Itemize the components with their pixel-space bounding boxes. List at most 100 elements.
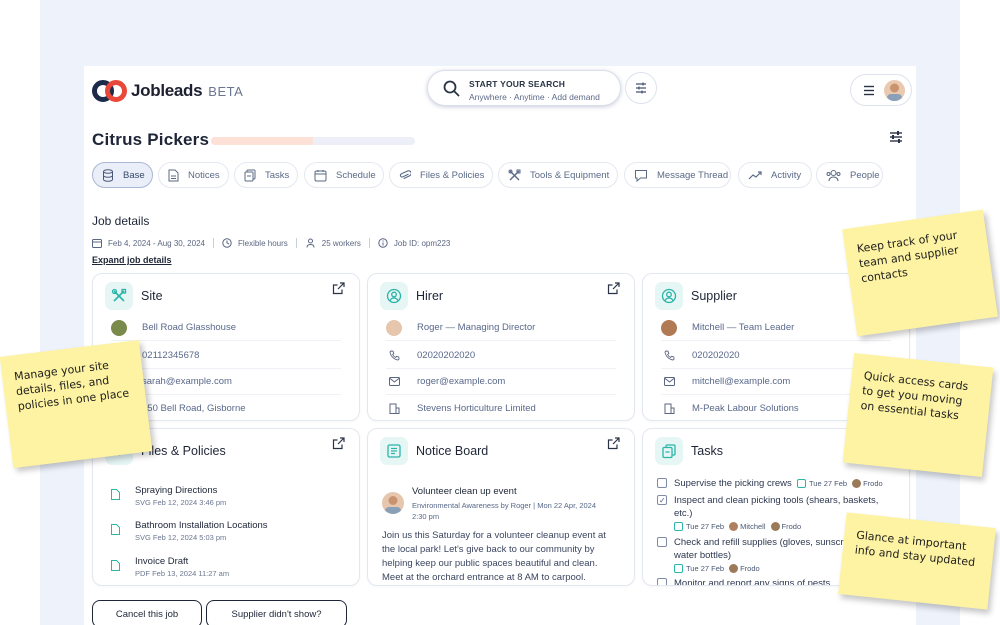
- sliders-icon: [890, 131, 902, 143]
- task-assignee: Frodo: [781, 522, 802, 531]
- job-id-text: Job ID: opm223: [393, 238, 451, 248]
- supplier-no-show-button[interactable]: Supplier didn't show?: [206, 600, 347, 625]
- job-progress-bar: [211, 137, 415, 145]
- sticky-note-glance: Glance at important info and stay update…: [838, 512, 996, 610]
- calendar-icon: [797, 479, 806, 488]
- external-link-icon[interactable]: [607, 437, 620, 450]
- clock-icon: [222, 238, 232, 248]
- job-workers-text: 25 workers: [321, 238, 361, 248]
- tab-base[interactable]: Base: [92, 162, 153, 188]
- supplier-card-header: Supplier: [655, 282, 737, 310]
- calendar-icon: [674, 522, 683, 531]
- tab-notices[interactable]: Notices: [158, 162, 229, 188]
- search-bar[interactable]: START YOUR SEARCH Anywhere · Anytime · A…: [427, 70, 621, 106]
- tools-icon: [105, 282, 133, 310]
- task-checkbox[interactable]: [657, 537, 667, 547]
- external-link-icon[interactable]: [332, 282, 345, 295]
- tab-tasks[interactable]: Tasks: [234, 162, 298, 188]
- info-icon: [378, 238, 388, 248]
- hirer-email[interactable]: roger@example.com: [417, 376, 505, 387]
- site-phone[interactable]: 02112345678: [142, 350, 199, 361]
- external-link-icon[interactable]: [332, 437, 345, 450]
- tab-tools-equipment[interactable]: Tools & Equipment: [498, 162, 618, 188]
- clipboard-icon: [244, 169, 256, 181]
- file-item[interactable]: Spraying Directions SVG Feb 12, 2024 3:46…: [111, 485, 226, 507]
- task-date: Tue 27 Feb: [809, 479, 848, 488]
- search-subtitle: Anywhere · Anytime · Add demand: [469, 92, 600, 102]
- notice-board-card[interactable]: Notice Board Volunteer clean up event En…: [367, 428, 635, 586]
- file-meta: PDF Feb 13, 2024 11:27 am: [135, 569, 230, 578]
- tab-schedule-label: Schedule: [336, 169, 376, 181]
- hirer-card[interactable]: Hirer Roger — Managing Director 02020202…: [367, 273, 635, 421]
- supplier-email[interactable]: mitchell@example.com: [692, 376, 790, 387]
- job-workers: 25 workers: [305, 238, 361, 248]
- mail-icon: [663, 377, 675, 386]
- file-name: Bathroom Installation Locations: [135, 520, 268, 531]
- file-item[interactable]: Bathroom Installation Locations SVG Feb 1…: [111, 520, 268, 542]
- notice-card-header: Notice Board: [380, 437, 488, 465]
- site-email[interactable]: sarah@example.com: [142, 376, 232, 387]
- newspaper-icon: [380, 437, 408, 465]
- task-checkbox[interactable]: [657, 578, 667, 585]
- document-icon: [168, 169, 179, 181]
- logo-mark-icon: [92, 79, 128, 103]
- menu-icon: [864, 85, 874, 96]
- file-item[interactable]: Invoice Draft PDF Feb 13, 2024 11:27 am: [111, 556, 229, 578]
- logo[interactable]: Jobleads BETA: [92, 79, 243, 103]
- tab-schedule[interactable]: Schedule: [304, 162, 384, 188]
- supplier-company: M-Peak Labour Solutions: [692, 402, 799, 414]
- hirer-company: Stevens Horticulture Limited: [417, 402, 536, 414]
- tab-people[interactable]: People: [816, 162, 883, 188]
- task-checkbox[interactable]: [657, 494, 667, 507]
- tab-activity[interactable]: Activity: [738, 162, 812, 188]
- phone-icon: [389, 350, 399, 361]
- calendar-icon: [314, 169, 327, 181]
- job-meta: Feb 4, 2024 - Aug 30, 2024 Flexible hour…: [92, 237, 450, 249]
- job-settings-button[interactable]: [888, 129, 904, 150]
- site-card-title: Site: [141, 289, 163, 303]
- database-icon: [103, 168, 113, 182]
- site-name: Bell Road Glasshouse: [142, 322, 236, 333]
- hirer-card-title: Hirer: [416, 289, 444, 303]
- tab-files-policies[interactable]: Files & Policies: [389, 162, 493, 188]
- tools-icon: [508, 169, 521, 180]
- hirer-phone[interactable]: 02020202020: [417, 350, 475, 361]
- brand-badge: BETA: [208, 83, 244, 99]
- tasks-card-title: Tasks: [691, 444, 723, 458]
- search-title: START YOUR SEARCH: [469, 79, 566, 89]
- task-checkbox[interactable]: [657, 478, 667, 488]
- assignee-avatar: [729, 564, 739, 573]
- tab-message-thread[interactable]: Message Thread: [624, 162, 731, 188]
- people-icon: [306, 238, 315, 248]
- external-link-icon[interactable]: [607, 282, 620, 295]
- supplier-name: Mitchell — Team Leader: [692, 322, 795, 333]
- expand-job-details-link[interactable]: Expand job details: [92, 255, 172, 265]
- sticky-note-quick-access: Quick access cards to get you moving on …: [842, 352, 994, 478]
- tab-tools-label: Tools & Equipment: [530, 169, 610, 181]
- filter-button[interactable]: [625, 72, 657, 104]
- file-meta: SVG Feb 12, 2024 3:46 pm: [135, 498, 227, 507]
- brand-name: Jobleads: [131, 81, 203, 100]
- job-dates: Feb 4, 2024 - Aug 30, 2024: [92, 238, 205, 248]
- user-circle-icon: [380, 282, 408, 310]
- tab-notices-label: Notices: [188, 169, 220, 181]
- task-assignee: Frodo: [740, 564, 760, 573]
- chat-icon: [635, 169, 647, 182]
- sliders-icon: [636, 82, 646, 94]
- supplier-phone[interactable]: 020202020: [692, 350, 740, 361]
- job-dates-text: Feb 4, 2024 - Aug 30, 2024: [108, 238, 205, 248]
- user-circle-icon: [655, 282, 683, 310]
- sticky-note-site: Manage your site details, files, and pol…: [0, 339, 153, 469]
- notice-meta: Environmental Awareness by Roger | Mon 2…: [412, 501, 597, 521]
- account-menu-button[interactable]: [850, 74, 912, 106]
- tab-people-label: People: [850, 169, 880, 181]
- task-meta: Tue 27 Feb Frodo: [674, 564, 760, 573]
- site-phone-row: 02112345678: [111, 343, 341, 369]
- cancel-job-button[interactable]: Cancel this job: [92, 600, 202, 625]
- notice-heading: Volunteer clean up event: [412, 486, 517, 497]
- notice-author-avatar: [382, 492, 404, 514]
- job-id: Job ID: opm223: [378, 238, 450, 248]
- people-icon: [826, 169, 841, 181]
- search-icon: [443, 80, 460, 97]
- task-assignee: Frodo: [863, 479, 883, 488]
